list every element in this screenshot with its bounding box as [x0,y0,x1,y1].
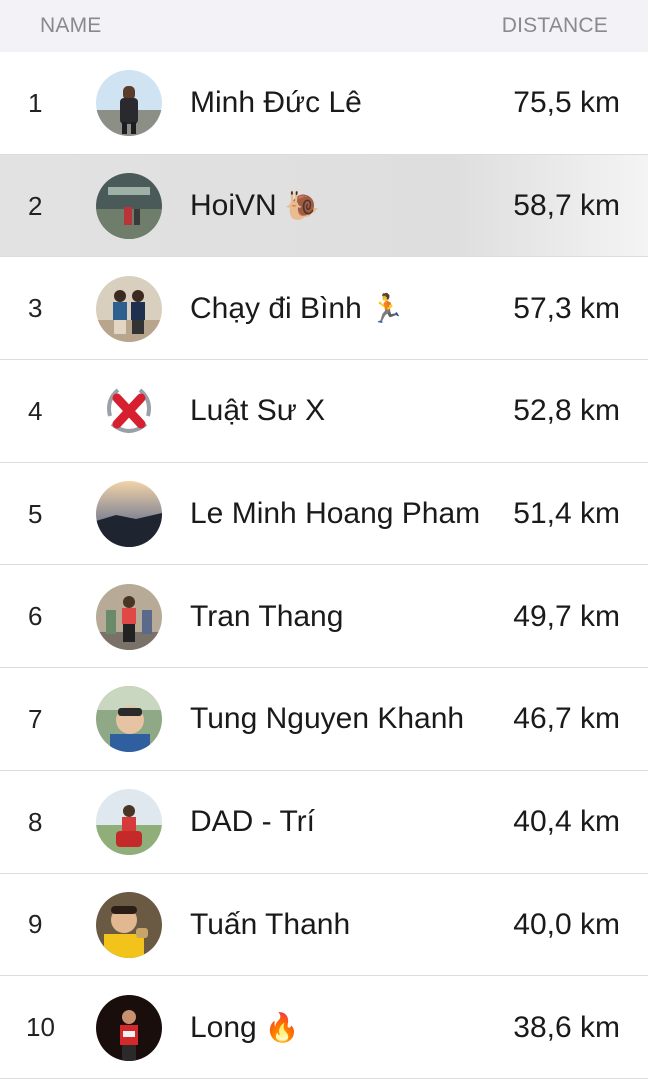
leaderboard-row[interactable]: 5 Le Minh Hoang Pham 51,4 km [0,463,648,566]
rank-number: 7 [28,703,43,734]
rank-number: 5 [28,498,43,529]
runner-icon: 🏃 [369,292,405,324]
rank-number: 2 [28,190,43,221]
distance-value: 75,5 km [513,86,620,120]
avatar[interactable] [96,583,162,650]
leaderboard-row[interactable]: 10 Long 🔥 38,6 km [0,976,648,1079]
rank-number: 10 [26,1012,55,1043]
avatar[interactable] [96,173,162,240]
rank-number: 9 [28,909,43,940]
avatar[interactable] [96,70,162,137]
distance-value: 46,7 km [513,702,620,736]
leaderboard-row[interactable]: 9 Tuấn Thanh 40,0 km [0,874,648,977]
distance-value: 57,3 km [513,291,620,325]
distance-value: 58,7 km [513,189,620,223]
leaderboard-row[interactable]: 1 Minh Đức Lê 75,5 km [0,52,648,155]
name-column-header: NAME [40,14,102,37]
avatar[interactable] [96,686,162,753]
avatar[interactable] [96,789,162,856]
fire-icon: 🔥 [264,1011,300,1043]
avatar[interactable] [96,891,162,958]
leaderboard-list: 1 Minh Đức Lê 75,5 km 2 HoiVN 🐌 58,7 km … [0,52,648,1079]
leaderboard-row[interactable]: 2 HoiVN 🐌 58,7 km [0,154,648,258]
snail-icon: 🐌 [284,190,320,222]
leaderboard-row[interactable]: 3 Chạy đi Bình 🏃 57,3 km [0,257,648,360]
rank-number: 6 [28,601,43,632]
avatar[interactable] [96,378,162,445]
list-header: NAME DISTANCE [0,0,648,52]
leaderboard-row[interactable]: 8 DAD - Trí 40,4 km [0,771,648,874]
rank-number: 4 [28,395,43,426]
distance-value: 40,0 km [513,907,620,941]
distance-value: 52,8 km [513,394,620,428]
avatar[interactable] [96,481,162,548]
distance-value: 40,4 km [513,805,620,839]
distance-value: 38,6 km [513,1010,620,1044]
rank-number: 3 [28,293,43,324]
rank-number: 8 [28,806,43,837]
distance-column-header: DISTANCE [501,14,608,37]
avatar[interactable] [96,275,162,342]
leaderboard-row[interactable]: 6 Tran Thang 49,7 km [0,565,648,668]
rank-number: 1 [28,87,43,118]
leaderboard-row[interactable]: 4 Luật Sư X 52,8 km [0,360,648,463]
leaderboard-row[interactable]: 7 Tung Nguyen Khanh 46,7 km [0,668,648,771]
distance-value: 49,7 km [513,599,620,633]
avatar[interactable] [96,994,162,1061]
distance-value: 51,4 km [513,497,620,531]
